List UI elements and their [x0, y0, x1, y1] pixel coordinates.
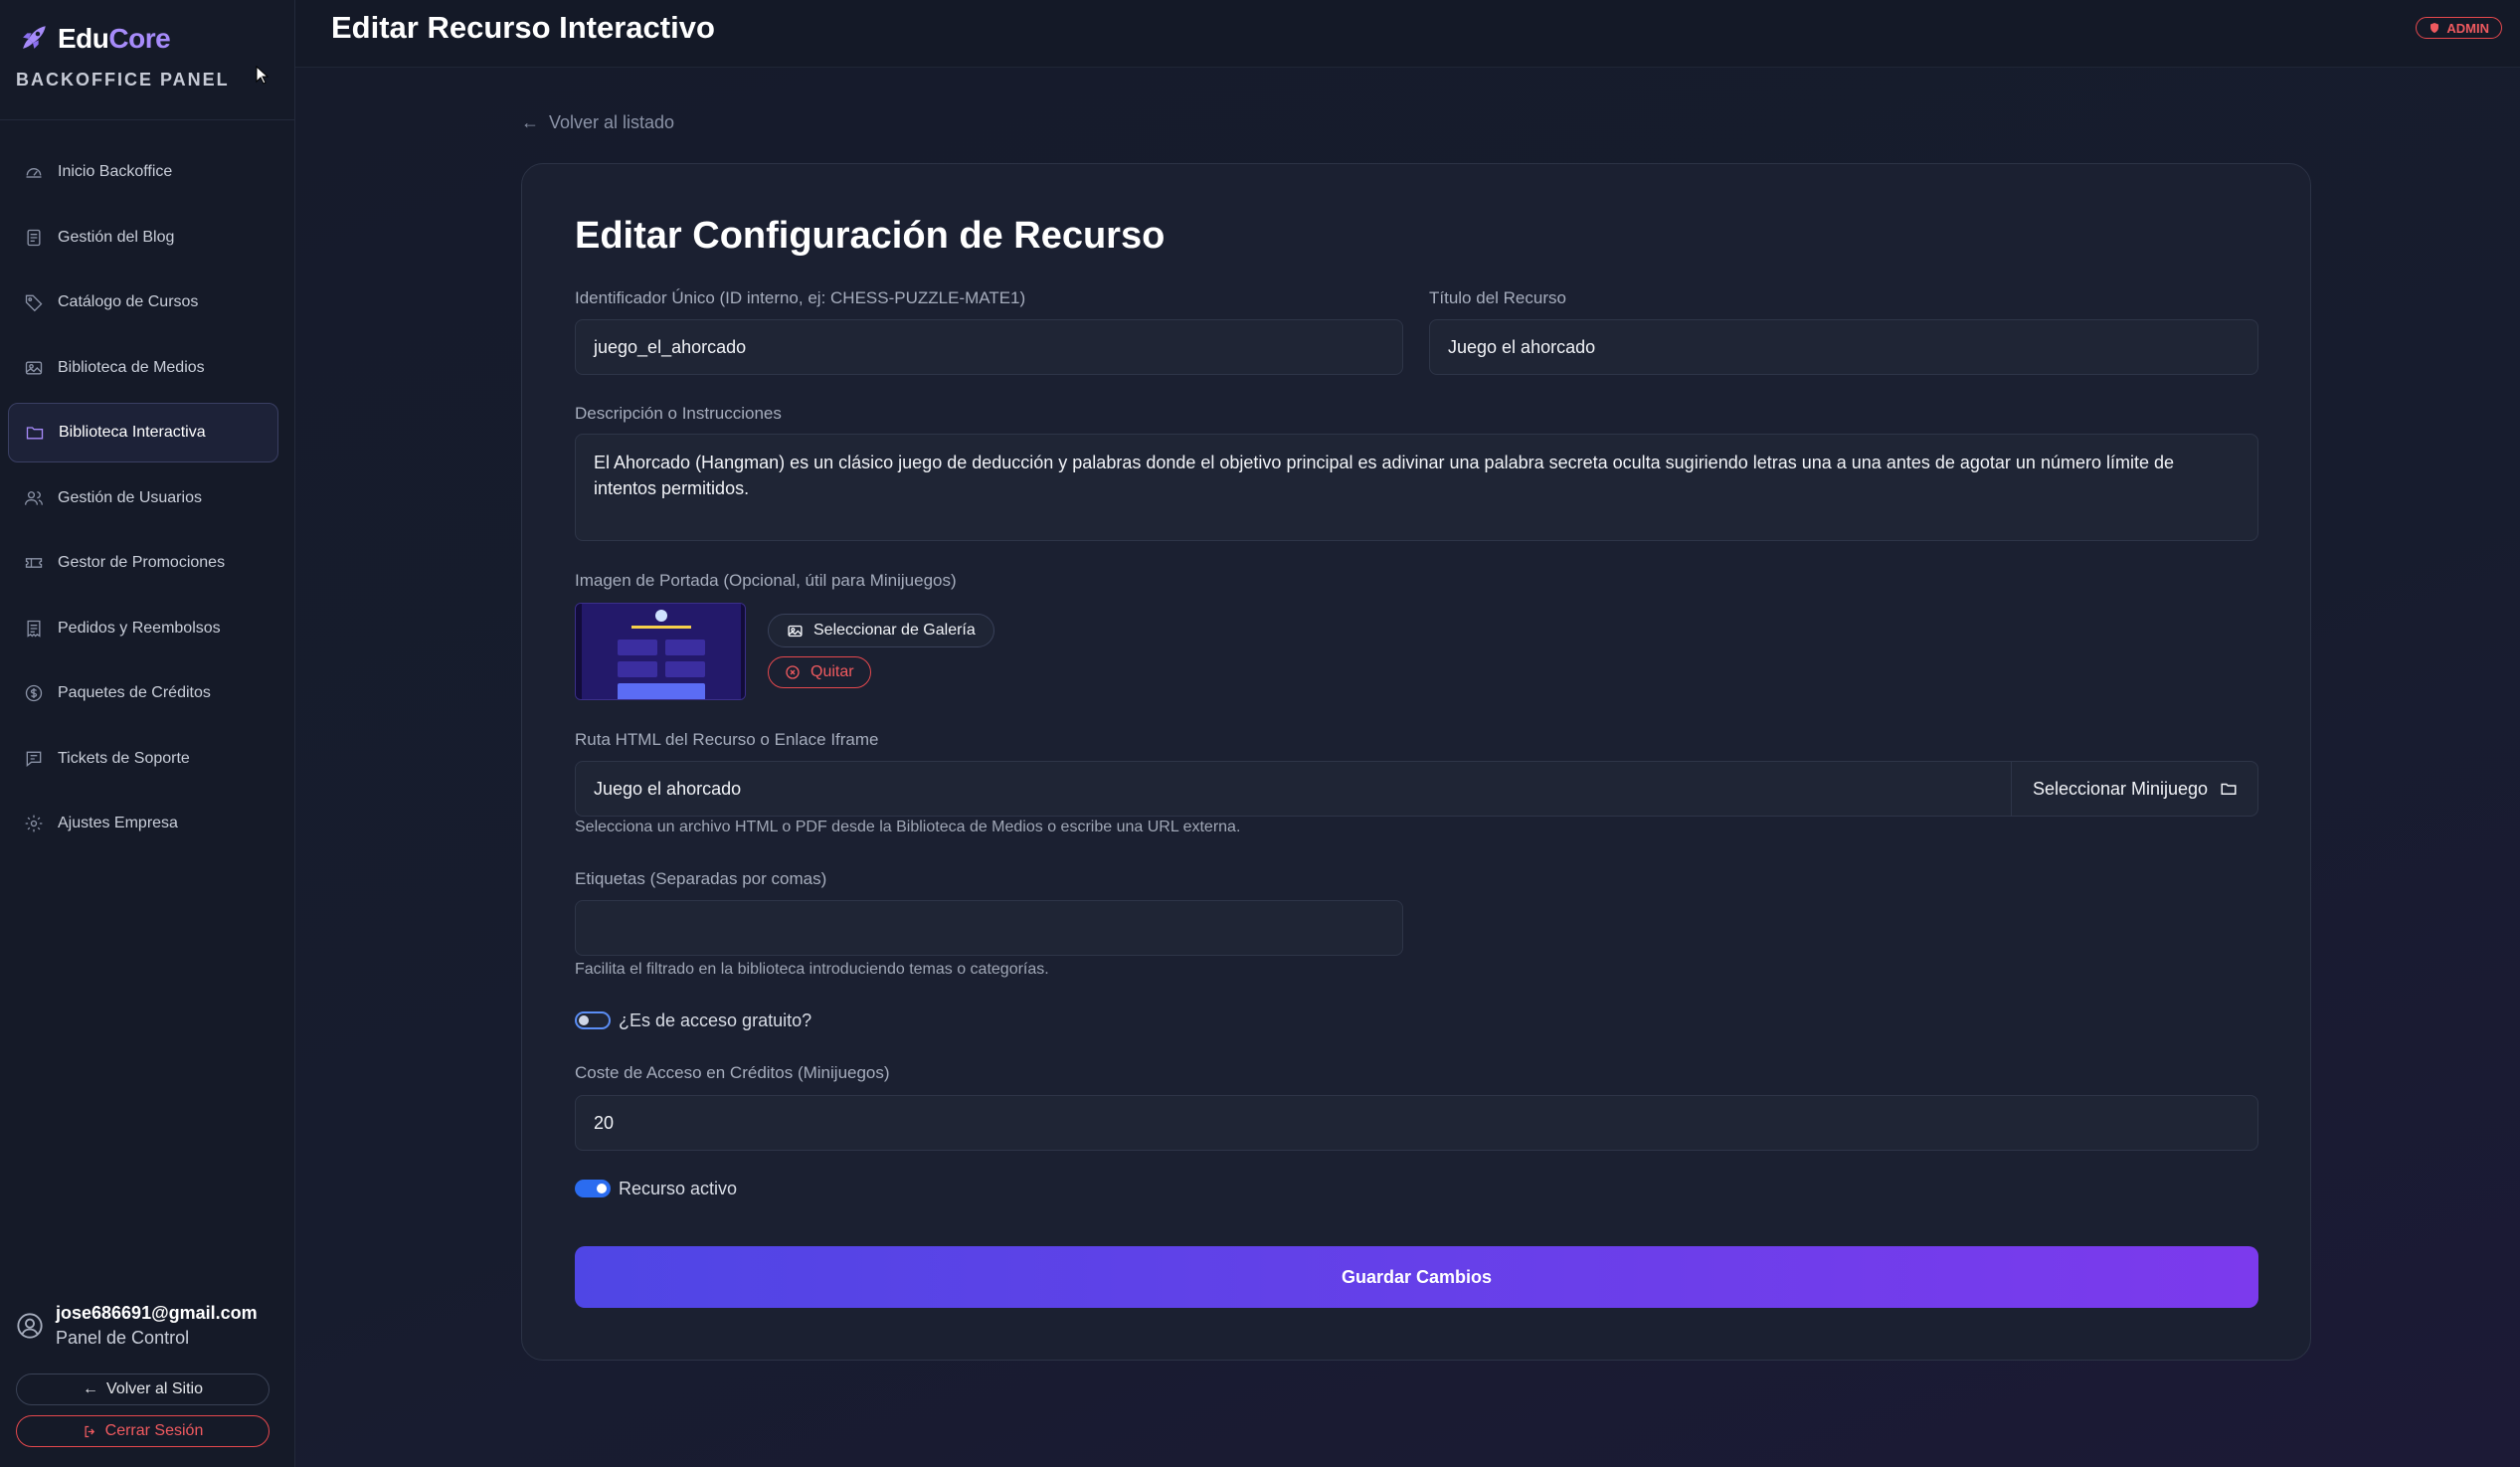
image-icon	[25, 361, 43, 374]
remove-image-label: Quitar	[810, 663, 854, 680]
user-role: Panel de Control	[56, 1328, 190, 1348]
brand-name-prefix: Edu	[58, 23, 109, 54]
gear-icon	[25, 815, 43, 832]
title-input[interactable]: Juego el ahorcado	[1429, 319, 2258, 375]
sidebar-item-blog[interactable]: Gestión del Blog	[8, 208, 278, 268]
free-access-toggle[interactable]	[575, 1011, 611, 1029]
user-profile: jose686691@gmail.com Panel de Control	[16, 1303, 258, 1349]
backoffice-subtitle: BACKOFFICE PANEL	[16, 70, 230, 90]
dashboard-icon	[26, 168, 42, 178]
route-input[interactable]: Juego el ahorcado	[594, 779, 741, 800]
close-circle-icon	[786, 665, 800, 679]
active-label: Recurso activo	[619, 1179, 738, 1198]
title-label: Título del Recurso	[1429, 288, 1566, 307]
sidebar-item-label: Inicio Backoffice	[58, 163, 173, 180]
route-input-group: Juego el ahorcado	[575, 761, 2258, 817]
message-icon	[26, 751, 42, 767]
active-toggle[interactable]	[575, 1180, 611, 1197]
cost-label: Coste de Acceso en Créditos (Minijuegos)	[575, 1063, 890, 1082]
sidebar-item-label: Gestor de Promociones	[58, 554, 226, 571]
back-to-site-button[interactable]: ← Volver al Sitio	[16, 1374, 270, 1405]
back-to-list-link[interactable]: ← Volver al listado	[521, 112, 674, 133]
user-email: jose686691@gmail.com	[56, 1303, 258, 1323]
sidebar-divider	[0, 119, 294, 120]
arrow-left-icon: ←	[521, 112, 539, 132]
identifier-input[interactable]: juego_el_ahorcado	[575, 319, 1403, 375]
select-gallery-button[interactable]: Seleccionar de Galería	[768, 614, 994, 647]
description-textarea[interactable]: El Ahorcado (Hangman) es un clásico jueg…	[575, 434, 2258, 541]
cover-label: Imagen de Portada (Opcional, útil para M…	[575, 571, 957, 590]
sidebar-item-ajustes[interactable]: Ajustes Empresa	[8, 794, 278, 853]
cost-input[interactable]: 20	[575, 1095, 2258, 1151]
sidebar-item-cursos[interactable]: Catálogo de Cursos	[8, 273, 278, 332]
page-title: Editar Recurso Interactivo	[331, 10, 715, 45]
user-circle-icon	[17, 1313, 43, 1339]
route-hint: Selecciona un archivo HTML o PDF desde l…	[575, 819, 1241, 835]
sidebar-item-label: Gestión del Blog	[58, 228, 175, 246]
back-to-list-label: Volver al listado	[549, 112, 675, 132]
sidebar: EduCore BACKOFFICE PANEL Inicio Backoffi…	[0, 0, 295, 1467]
arrow-left-icon: ←	[83, 1380, 99, 1397]
free-access-label: ¿Es de acceso gratuito?	[619, 1010, 812, 1030]
cover-thumbnail	[575, 603, 746, 700]
toggle-knob	[597, 1184, 607, 1193]
sidebar-nav: Inicio Backoffice Gestión del Blog Catál…	[8, 142, 278, 859]
brand-logo[interactable]: EduCore	[16, 22, 171, 56]
sidebar-item-label: Tickets de Soporte	[58, 749, 190, 767]
document-icon	[27, 229, 41, 246]
sidebar-item-inicio[interactable]: Inicio Backoffice	[8, 142, 278, 202]
sidebar-item-label: Biblioteca de Medios	[58, 358, 205, 376]
image-icon	[788, 625, 803, 637]
logout-icon	[85, 1425, 94, 1437]
users-icon	[25, 490, 43, 505]
sidebar-item-pedidos[interactable]: Pedidos y Reembolsos	[8, 599, 278, 658]
sidebar-item-label: Catálogo de Cursos	[58, 293, 199, 310]
select-gallery-label: Seleccionar de Galería	[813, 622, 976, 639]
brand-name-suffix: Core	[108, 23, 171, 54]
form-title: Editar Configuración de Recurso	[575, 215, 1166, 257]
folder-icon	[26, 427, 44, 440]
sidebar-item-soporte[interactable]: Tickets de Soporte	[8, 729, 278, 789]
rocket-icon	[23, 26, 46, 49]
sidebar-item-label: Ajustes Empresa	[58, 815, 178, 831]
remove-image-button[interactable]: Quitar	[768, 656, 871, 688]
back-to-site-label: Volver al Sitio	[106, 1380, 203, 1397]
toggle-knob	[579, 1015, 589, 1025]
sidebar-item-label: Gestión de Usuarios	[58, 488, 202, 506]
logout-label: Cerrar Sesión	[104, 1422, 204, 1439]
route-label: Ruta HTML del Recurso o Enlace Iframe	[575, 730, 879, 749]
logout-button[interactable]: Cerrar Sesión	[16, 1415, 270, 1447]
cover-preview-image	[576, 604, 745, 699]
sidebar-item-creditos[interactable]: Paquetes de Créditos	[8, 663, 278, 723]
dollar-circle-icon	[25, 684, 43, 702]
select-minigame-button[interactable]: Seleccionar Minijuego	[2011, 761, 2258, 817]
tag-icon	[25, 294, 43, 312]
sidebar-item-interactiva[interactable]: Biblioteca Interactiva	[8, 403, 278, 462]
tags-input[interactable]	[575, 900, 1403, 956]
sidebar-item-label: Biblioteca Interactiva	[59, 424, 206, 441]
folder-icon	[2221, 783, 2237, 795]
shield-icon	[2430, 23, 2439, 33]
sidebar-item-usuarios[interactable]: Gestión de Usuarios	[8, 468, 278, 528]
save-button[interactable]: Guardar Cambios	[575, 1246, 2258, 1308]
sidebar-item-medios[interactable]: Biblioteca de Medios	[8, 338, 278, 398]
sidebar-item-promociones[interactable]: Gestor de Promociones	[8, 533, 278, 593]
identifier-label: Identificador Único (ID interno, ej: CHE…	[575, 288, 1026, 307]
receipt-icon	[27, 620, 41, 638]
ticket-icon	[25, 558, 43, 568]
top-bar: Editar Recurso Interactivo ADMIN	[295, 0, 2520, 68]
admin-badge: ADMIN	[2416, 17, 2502, 39]
select-minigame-label: Seleccionar Minijuego	[2032, 778, 2209, 799]
sidebar-item-label: Paquetes de Créditos	[58, 684, 211, 701]
sidebar-item-label: Pedidos y Reembolsos	[58, 619, 221, 637]
mouse-cursor-icon	[256, 66, 270, 85]
description-label: Descripción o Instrucciones	[575, 404, 782, 423]
admin-badge-label: ADMIN	[2446, 20, 2489, 36]
tags-hint: Facilita el filtrado en la biblioteca in…	[575, 961, 1049, 978]
tags-label: Etiquetas (Separadas por comas)	[575, 869, 827, 888]
